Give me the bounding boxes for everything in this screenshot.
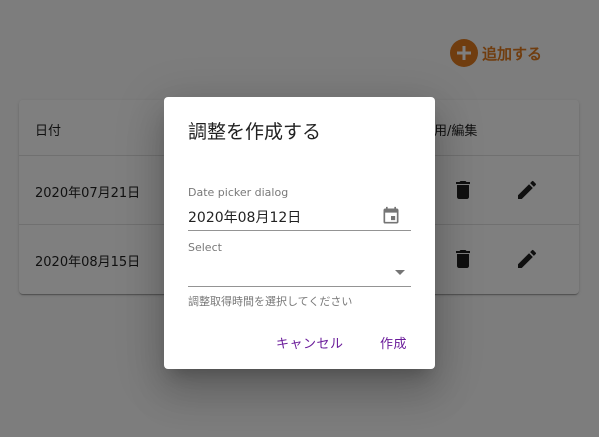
chevron-down-icon [395,270,405,275]
select-field-label: Select [188,241,222,254]
select-helper-text: 調整取得時間を選択してください [188,295,353,308]
date-field-label: Date picker dialog [188,186,289,199]
calendar-icon[interactable] [381,206,401,226]
date-value: 2020年08月12日 [188,210,302,226]
dialog-title: 調整を作成する [188,121,322,143]
date-picker-field[interactable]: 2020年08月12日 [188,201,411,231]
create-adjustment-dialog: 調整を作成する Date picker dialog 2020年08月12日 S… [164,97,435,369]
create-button[interactable]: 作成 [380,333,407,352]
cancel-button[interactable]: キャンセル [276,333,344,352]
time-select[interactable] [188,257,411,287]
